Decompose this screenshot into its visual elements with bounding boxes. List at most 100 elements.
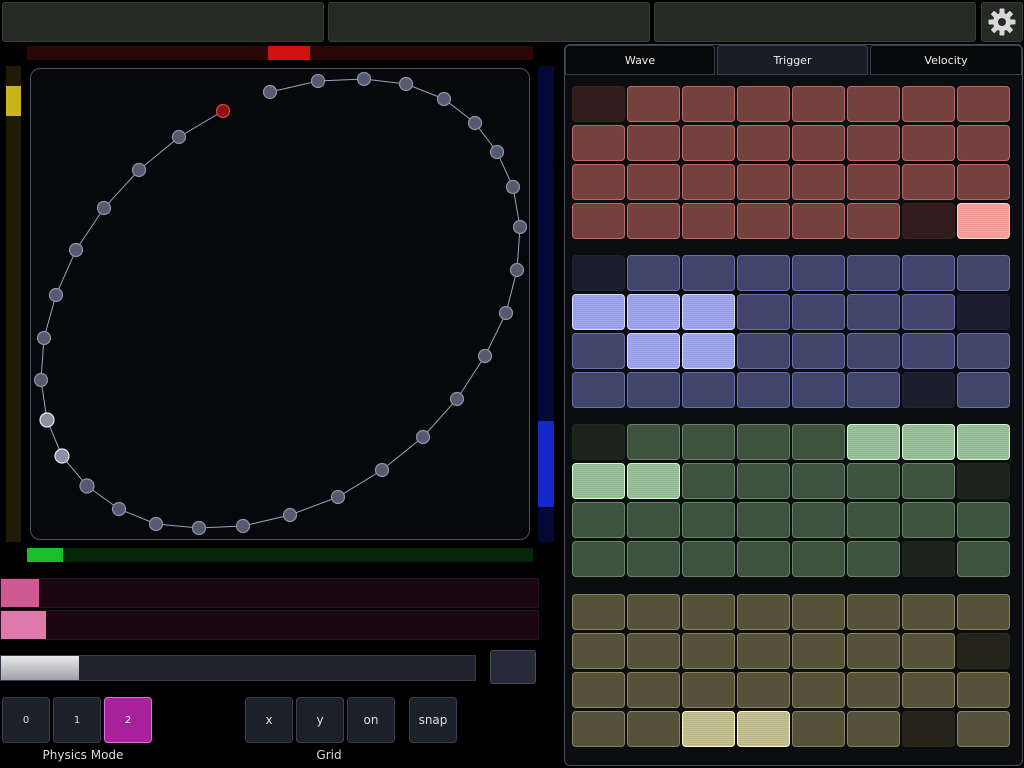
pad-blue-r4-c7[interactable]	[902, 372, 955, 408]
pad-red-r2-c6[interactable]	[847, 125, 900, 161]
pad-blue-r1-c7[interactable]	[902, 255, 955, 291]
pad-blue-r3-c1[interactable]	[572, 333, 625, 369]
pad-olive-r3-c2[interactable]	[627, 672, 680, 708]
orbit-point[interactable]	[498, 305, 514, 321]
pad-green-r3-c4[interactable]	[737, 502, 790, 538]
tab-trigger[interactable]: Trigger	[717, 45, 868, 75]
orbit-point[interactable]	[235, 518, 251, 534]
orbit-point[interactable]	[33, 372, 49, 388]
top-slot-1[interactable]	[2, 2, 324, 42]
pad-green-r1-c8[interactable]	[957, 424, 1010, 460]
pad-blue-r1-c6[interactable]	[847, 255, 900, 291]
pad-olive-r4-c6[interactable]	[847, 711, 900, 747]
pad-green-r4-c3[interactable]	[682, 541, 735, 577]
pad-red-r3-c8[interactable]	[957, 164, 1010, 200]
orbit-point[interactable]	[356, 71, 372, 87]
pad-olive-r4-c5[interactable]	[792, 711, 845, 747]
pad-green-r2-c8[interactable]	[957, 463, 1010, 499]
pad-green-r2-c3[interactable]	[682, 463, 735, 499]
pad-green-r4-c5[interactable]	[792, 541, 845, 577]
z-meter[interactable]	[538, 66, 554, 542]
pad-green-r2-c5[interactable]	[792, 463, 845, 499]
pad-red-r2-c4[interactable]	[737, 125, 790, 161]
pad-olive-r1-c1[interactable]	[572, 594, 625, 630]
pad-blue-r4-c2[interactable]	[627, 372, 680, 408]
pad-blue-r4-c4[interactable]	[737, 372, 790, 408]
pad-green-r2-c2[interactable]	[627, 463, 680, 499]
pad-red-r2-c1[interactable]	[572, 125, 625, 161]
y-position-meter[interactable]	[6, 66, 21, 542]
orbit-point[interactable]	[54, 448, 70, 464]
orbit-point[interactable]	[310, 73, 326, 89]
pad-green-r1-c6[interactable]	[847, 424, 900, 460]
pad-green-r4-c4[interactable]	[737, 541, 790, 577]
pad-red-r4-c2[interactable]	[627, 203, 680, 239]
pad-olive-r1-c4[interactable]	[737, 594, 790, 630]
orbit-point[interactable]	[96, 200, 112, 216]
pad-red-r3-c5[interactable]	[792, 164, 845, 200]
pink-slider-1[interactable]	[0, 578, 539, 608]
orbit-point[interactable]	[415, 429, 431, 445]
pad-blue-r1-c8[interactable]	[957, 255, 1010, 291]
orbit-point[interactable]	[477, 348, 493, 364]
pad-olive-r2-c8[interactable]	[957, 633, 1010, 669]
pad-red-r1-c4[interactable]	[737, 86, 790, 122]
pad-olive-r2-c5[interactable]	[792, 633, 845, 669]
orbit-point[interactable]	[505, 179, 521, 195]
pink-slider-2[interactable]	[0, 610, 539, 640]
pad-green-r3-c8[interactable]	[957, 502, 1010, 538]
speed-meter[interactable]	[27, 548, 533, 562]
pad-olive-r4-c1[interactable]	[572, 711, 625, 747]
orbit-point[interactable]	[79, 478, 95, 494]
pad-red-r4-c4[interactable]	[737, 203, 790, 239]
orbit-point[interactable]	[330, 489, 346, 505]
pad-green-r3-c7[interactable]	[902, 502, 955, 538]
pad-olive-r2-c4[interactable]	[737, 633, 790, 669]
pad-olive-r1-c8[interactable]	[957, 594, 1010, 630]
pad-blue-r2-c4[interactable]	[737, 294, 790, 330]
pad-blue-r3-c5[interactable]	[792, 333, 845, 369]
gray-slider[interactable]	[0, 655, 476, 681]
pad-red-r1-c2[interactable]	[627, 86, 680, 122]
physics-mode-0-button[interactable]: 0	[2, 697, 50, 743]
pad-blue-r1-c1[interactable]	[572, 255, 625, 291]
top-slot-2[interactable]	[328, 2, 650, 42]
orbit-point[interactable]	[282, 507, 298, 523]
pad-blue-r2-c1[interactable]	[572, 294, 625, 330]
pad-red-r1-c5[interactable]	[792, 86, 845, 122]
orbit-point[interactable]	[436, 91, 452, 107]
pad-blue-r2-c7[interactable]	[902, 294, 955, 330]
x-position-meter[interactable]	[27, 46, 533, 60]
pad-green-r3-c5[interactable]	[792, 502, 845, 538]
pad-blue-r3-c4[interactable]	[737, 333, 790, 369]
grid-x-button[interactable]: x	[245, 697, 293, 743]
pad-green-r1-c2[interactable]	[627, 424, 680, 460]
orbit-point[interactable]	[262, 84, 278, 100]
pad-red-r4-c3[interactable]	[682, 203, 735, 239]
pad-olive-r2-c3[interactable]	[682, 633, 735, 669]
pad-red-r3-c2[interactable]	[627, 164, 680, 200]
pad-red-r4-c6[interactable]	[847, 203, 900, 239]
pad-olive-r3-c1[interactable]	[572, 672, 625, 708]
pad-green-r2-c4[interactable]	[737, 463, 790, 499]
pad-olive-r3-c5[interactable]	[792, 672, 845, 708]
pad-blue-r3-c2[interactable]	[627, 333, 680, 369]
tab-wave[interactable]: Wave	[565, 45, 715, 75]
orbit-point[interactable]	[509, 262, 525, 278]
pad-red-r1-c8[interactable]	[957, 86, 1010, 122]
pad-blue-r4-c5[interactable]	[792, 372, 845, 408]
pad-green-r4-c7[interactable]	[902, 541, 955, 577]
pad-green-r3-c6[interactable]	[847, 502, 900, 538]
pad-olive-r1-c6[interactable]	[847, 594, 900, 630]
pad-olive-r2-c7[interactable]	[902, 633, 955, 669]
pad-blue-r4-c8[interactable]	[957, 372, 1010, 408]
physics-mode-1-button[interactable]: 1	[53, 697, 101, 743]
pad-green-r3-c2[interactable]	[627, 502, 680, 538]
pad-red-r2-c2[interactable]	[627, 125, 680, 161]
pad-green-r1-c3[interactable]	[682, 424, 735, 460]
pad-olive-r3-c6[interactable]	[847, 672, 900, 708]
orbit-point[interactable]	[36, 330, 52, 346]
pad-blue-r3-c8[interactable]	[957, 333, 1010, 369]
pad-red-r4-c5[interactable]	[792, 203, 845, 239]
pad-olive-r3-c4[interactable]	[737, 672, 790, 708]
